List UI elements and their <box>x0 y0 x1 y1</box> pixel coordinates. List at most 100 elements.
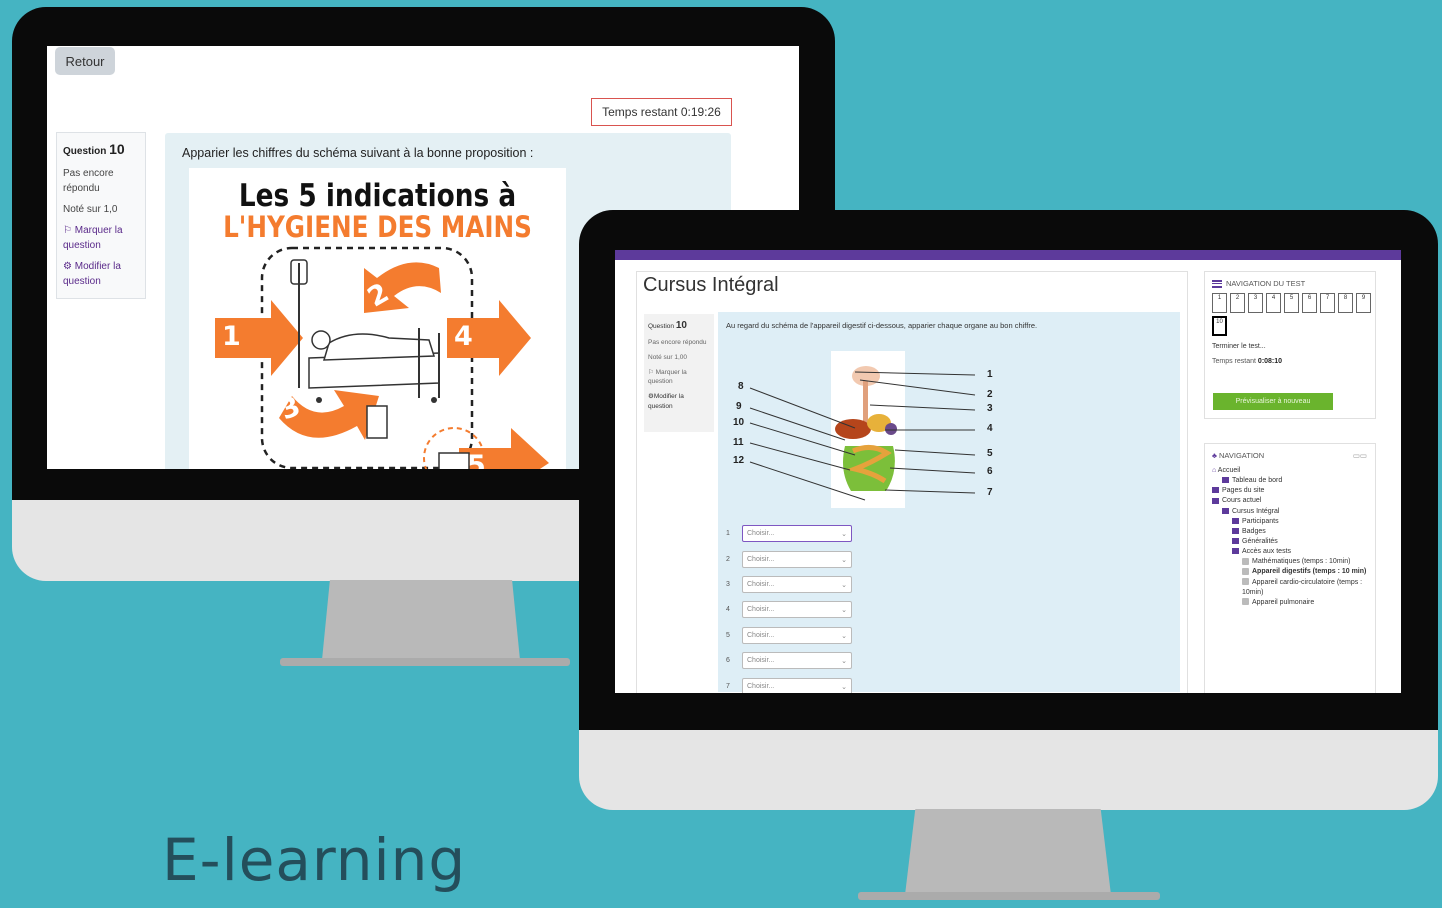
quiz-nav-button[interactable]: 4 <box>1266 293 1281 313</box>
quiz-nav-button[interactable]: 9 <box>1356 293 1371 313</box>
monitor-2-base <box>858 892 1160 900</box>
chevron-down-icon: ⌄ <box>841 556 847 564</box>
answer-row: 3 Choisir... ⌄ <box>726 576 852 593</box>
question-score: Noté sur 1,0 <box>63 204 118 215</box>
question-number: Question 10 <box>648 320 687 331</box>
diagram-label-8: 8 <box>738 381 744 392</box>
folder-icon <box>1232 548 1239 555</box>
chevron-down-icon: ⌄ <box>841 606 847 614</box>
nav-item-test-pulmonary[interactable]: Appareil pulmonaire <box>1212 598 1375 608</box>
finish-test-link[interactable]: Terminer le test... <box>1212 343 1375 350</box>
diagram-label-9: 9 <box>736 401 742 412</box>
nav-item-test-cardio[interactable]: Appareil cardio-circulatoire (temps : 10… <box>1212 578 1375 598</box>
question-prompt: Apparier les chiffres du schéma suivant … <box>182 146 534 160</box>
answer-row: 7 Choisir... ⌄ <box>726 678 852 693</box>
diagram-label-1: 1 <box>987 369 993 380</box>
monitor-2-stand <box>905 809 1111 895</box>
caption-title: E-learning <box>162 826 467 894</box>
edit-question-link[interactable]: ⚙Modifier la question <box>648 392 710 412</box>
quiz-nav-button[interactable]: 3 <box>1248 293 1263 313</box>
nav-item-participants[interactable]: Participants <box>1212 517 1375 527</box>
quiz-icon <box>1242 598 1249 606</box>
quiz-nav-button[interactable]: 1 <box>1212 293 1227 313</box>
question-status: Pas encore répondu <box>63 168 114 194</box>
flag-question-link[interactable]: ⚐ Marquer la question <box>63 223 139 253</box>
chevron-down-icon: ⌄ <box>841 683 847 691</box>
answer-select[interactable]: Choisir... ⌄ <box>742 525 852 542</box>
quiz-nav-button[interactable]: 2 <box>1230 293 1245 313</box>
nav-item-site-pages[interactable]: Pages du site <box>1212 486 1375 496</box>
folder-icon <box>1232 538 1239 545</box>
question-info-panel: Question 10 Pas encore répondu Noté sur … <box>56 132 146 299</box>
diagram-label-7: 7 <box>987 487 993 498</box>
chevron-down-icon: ⌄ <box>841 581 847 589</box>
answer-select[interactable]: Choisir... ⌄ <box>742 576 852 593</box>
folder-icon <box>1222 477 1229 484</box>
list-icon <box>1212 279 1222 288</box>
quiz-nav-button[interactable]: 7 <box>1320 293 1335 313</box>
flag-question-link[interactable]: ⚐ Marquer la question <box>648 368 710 388</box>
nav-item-home[interactable]: ⌂ Accueil <box>1212 466 1375 476</box>
quiz-icon <box>1242 557 1249 565</box>
folder-icon <box>1212 497 1219 504</box>
gear-icon: ⚙ <box>63 261 72 272</box>
nav-item-current-course[interactable]: Cours actuel <box>1212 496 1375 506</box>
diagram-label-11: 11 <box>733 437 744 448</box>
quiz-nav-button-current[interactable]: 10 <box>1212 316 1227 336</box>
answer-number: 7 <box>726 683 730 690</box>
nav-item-test-math[interactable]: Mathématiques (temps : 10min) <box>1212 557 1375 567</box>
hand-hygiene-poster: Les 5 indications à L'HYGIENE DES MAINS <box>189 168 566 469</box>
question-status: Pas encore répondu <box>648 339 707 346</box>
back-button[interactable]: Retour <box>55 47 115 75</box>
answer-select[interactable]: Choisir... ⌄ <box>742 652 852 669</box>
diagram-label-10: 10 <box>733 417 745 428</box>
nav-item-test-digestive[interactable]: Appareil digestifs (temps : 10 min) <box>1212 567 1375 577</box>
answer-select[interactable]: Choisir... ⌄ <box>742 627 852 644</box>
quiz-nav-button[interactable]: 6 <box>1302 293 1317 313</box>
question-score: Noté sur 1,00 <box>648 353 688 361</box>
home-icon: ⌂ <box>1212 467 1217 474</box>
answer-select[interactable]: Choisir... ⌄ <box>742 601 852 618</box>
top-navbar <box>615 250 1401 260</box>
quiz-nav-button[interactable]: 5 <box>1284 293 1299 313</box>
answer-row: 2 Choisir... ⌄ <box>726 551 852 568</box>
edit-question-link[interactable]: ⚙ Modifier la question <box>63 259 139 289</box>
answer-number: 6 <box>726 657 730 664</box>
answer-select[interactable]: Choisir... ⌄ <box>742 678 852 693</box>
answer-number: 5 <box>726 632 730 639</box>
answer-number: 1 <box>726 530 730 537</box>
monitor-2-screen: Cursus Intégral Question 10 Pas encore r… <box>615 250 1401 693</box>
diagram-label-2: 2 <box>987 389 993 400</box>
navigation-title: ♣ NAVIGATION ▭▭ <box>1212 451 1367 460</box>
quiz-nav-button[interactable]: 8 <box>1338 293 1353 313</box>
navigation-tree: ⌂ Accueil Tableau de bord Pages du site … <box>1212 466 1375 608</box>
diagram-label-12: 12 <box>733 455 745 466</box>
course-title: Cursus Intégral <box>643 274 779 296</box>
flag-icon: ⚐ <box>63 225 72 236</box>
quiz-icon <box>1242 568 1249 576</box>
nav-item-dashboard[interactable]: Tableau de bord <box>1212 476 1375 486</box>
answer-row: 1 Choisir... ⌄ <box>726 525 852 542</box>
quiz-navigation-title: NAVIGATION DU TEST <box>1212 279 1375 288</box>
chevron-down-icon: ⌄ <box>841 657 847 665</box>
poster-number-1: 1 <box>222 321 241 352</box>
nav-item-course[interactable]: Cursus Intégral <box>1212 507 1375 517</box>
poster-number-4: 4 <box>454 321 473 352</box>
nav-item-tests-access[interactable]: Accès aux tests <box>1212 547 1375 557</box>
diagram-label-4: 4 <box>987 423 993 434</box>
poster-number-5: 5 <box>467 450 486 469</box>
diagram-leader-lines <box>749 371 976 501</box>
nav-item-general[interactable]: Généralités <box>1212 537 1375 547</box>
diagram-label-3: 3 <box>987 403 993 414</box>
answer-number: 2 <box>726 556 730 563</box>
preview-again-button[interactable]: Prévisualiser à nouveau <box>1213 393 1333 410</box>
monitor-2-chin <box>579 730 1438 810</box>
collapse-icon[interactable]: ▭▭ <box>1353 451 1367 460</box>
monitor-1-base <box>280 658 570 666</box>
chevron-down-icon: ⌄ <box>841 530 847 538</box>
folder-icon <box>1232 517 1239 524</box>
sitemap-icon: ♣ <box>1212 451 1217 460</box>
answer-number: 3 <box>726 581 730 588</box>
answer-select[interactable]: Choisir... ⌄ <box>742 551 852 568</box>
nav-item-badges[interactable]: Badges <box>1212 527 1375 537</box>
